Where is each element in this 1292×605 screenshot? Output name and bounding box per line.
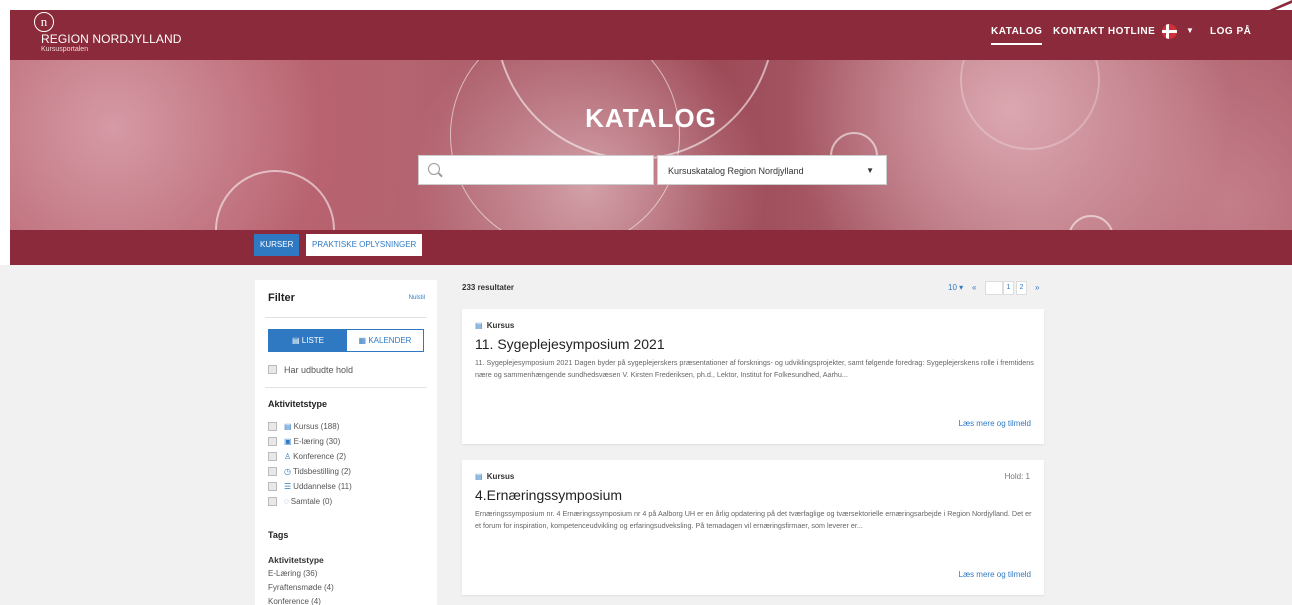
- card-hold: Hold: 1: [1004, 472, 1030, 481]
- activity-item: ◷ Tidsbestilling (2): [284, 467, 351, 476]
- card-description: Ernæringssymposium nr. 4 Ernæringssympos…: [475, 509, 1032, 530]
- calendar-icon: ▦: [358, 336, 369, 345]
- hero-ring-decoration: [450, 60, 680, 230]
- results-count: 233 resultater: [462, 283, 515, 292]
- card-title[interactable]: 11. Sygeplejesymposium 2021: [475, 336, 665, 352]
- elearning-icon: ▣: [284, 437, 292, 446]
- activity-item: ◌ Samtale (0): [284, 497, 332, 506]
- activity-item: ▤ Kursus (188): [284, 422, 339, 431]
- card-type-label: Kursus: [486, 321, 515, 330]
- chevron-down-icon: ▼: [866, 166, 874, 175]
- activity-checkbox[interactable]: [268, 437, 277, 446]
- view-liste-label: LISTE: [301, 336, 324, 345]
- per-page-select[interactable]: 10 ▾: [948, 283, 963, 292]
- filter-title: Filter: [268, 292, 295, 304]
- card-type-label: Kursus: [486, 472, 515, 481]
- nav-kontakt-hotline[interactable]: KONTAKT HOTLINE: [1053, 26, 1155, 37]
- activity-label: E-læring (30): [293, 437, 341, 446]
- pager-blank: [985, 281, 1003, 295]
- course-card[interactable]: ▤ Kursus Hold: 1 4.Ernæringssymposium Er…: [462, 460, 1044, 595]
- conference-icon: ♙: [284, 452, 292, 461]
- read-more-link[interactable]: Læs mere og tilmeld: [959, 570, 1031, 579]
- page-title: KATALOG: [585, 103, 717, 133]
- tab-kurser[interactable]: KURSER: [254, 234, 300, 256]
- tags-subheading: Aktivitetstype: [268, 555, 324, 565]
- nav-log-paa[interactable]: LOG PÅ: [1210, 26, 1251, 37]
- activity-label: Konference (2): [293, 452, 347, 461]
- activity-item: ▣ E-læring (30): [284, 437, 340, 446]
- activity-checkbox[interactable]: [268, 452, 277, 461]
- brand-subtitle: Kursusportalen: [41, 46, 89, 53]
- activity-label: Kursus (188): [293, 422, 340, 431]
- activity-item: ☰ Uddannelse (11): [284, 482, 352, 491]
- course-icon: ▤: [475, 472, 485, 481]
- has-offered-checkbox[interactable]: [268, 365, 277, 374]
- divider: [265, 317, 427, 318]
- course-card[interactable]: ▤ Kursus 11. Sygeplejesymposium 2021 11.…: [462, 309, 1044, 444]
- chat-icon: ◌: [284, 497, 289, 506]
- course-icon: ▤: [284, 422, 292, 431]
- activity-label: Uddannelse (11): [293, 482, 352, 491]
- activity-checkbox[interactable]: [268, 482, 277, 491]
- tag-link[interactable]: Fyraftensmøde (4): [268, 583, 334, 592]
- has-offered-label: Har udbudte hold: [284, 365, 354, 375]
- section-tab-strip: KURSER PRAKTISKE OPLYSNINGER: [10, 230, 1292, 265]
- nav-katalog[interactable]: KATALOG: [991, 26, 1043, 45]
- pager-page-2[interactable]: 2: [1016, 281, 1027, 295]
- view-toggle: ▤ LISTE ▦ KALENDER: [268, 329, 424, 352]
- pager-next[interactable]: »: [1035, 283, 1039, 292]
- tag-link[interactable]: E-Læring (36): [268, 569, 317, 578]
- read-more-link[interactable]: Læs mere og tilmeld: [959, 419, 1031, 428]
- activity-type-heading: Aktivitetstype: [268, 399, 328, 409]
- view-kalender-label: KALENDER: [368, 336, 412, 345]
- view-liste-button[interactable]: ▤ LISTE: [269, 330, 347, 351]
- activity-label: Tidsbestilling (2): [292, 467, 351, 476]
- danish-flag-icon[interactable]: [1162, 24, 1177, 39]
- pager-page-1[interactable]: 1: [1003, 281, 1014, 295]
- list-icon: ▤: [291, 336, 302, 345]
- activity-checkbox[interactable]: [268, 467, 277, 476]
- education-icon: ☰: [284, 482, 292, 491]
- language-dropdown-caret-icon[interactable]: ▼: [1186, 26, 1194, 35]
- view-kalender-button[interactable]: ▦ KALENDER: [347, 330, 423, 351]
- filter-panel: Filter Nulstil ▤ LISTE ▦ KALENDER Har ud…: [255, 280, 437, 605]
- card-title[interactable]: 4.Ernæringssymposium: [475, 487, 622, 503]
- pager-prev[interactable]: «: [972, 283, 976, 292]
- card-type: ▤ Kursus: [475, 472, 514, 481]
- catalog-select[interactable]: Kursuskatalog Region Nordjylland ▼: [657, 155, 887, 185]
- activity-label: Samtale (0): [290, 497, 333, 506]
- clock-icon: ◷: [284, 467, 291, 476]
- tag-link[interactable]: Konference (4): [268, 597, 321, 605]
- course-icon: ▤: [475, 321, 485, 330]
- divider: [265, 387, 427, 388]
- tags-heading: Tags: [268, 530, 289, 540]
- search-box[interactable]: [418, 155, 654, 185]
- hero-banner: KATALOG Kursuskatalog Region Nordjylland…: [10, 60, 1292, 230]
- reset-filter-link[interactable]: Nulstil: [409, 295, 425, 301]
- brand-name: REGION NORDJYLLAND: [41, 32, 182, 46]
- card-type: ▤ Kursus: [475, 321, 514, 330]
- search-icon: [428, 163, 440, 175]
- tab-praktiske-oplysninger[interactable]: PRAKTISKE OPLYSNINGER: [306, 234, 423, 256]
- hero-ring-decoration: [1068, 215, 1114, 230]
- logo-mark-icon: n: [34, 12, 54, 32]
- catalog-select-value: Kursuskatalog Region Nordjylland: [668, 166, 804, 176]
- activity-item: ♙ Konference (2): [284, 452, 346, 461]
- activity-checkbox[interactable]: [268, 497, 277, 506]
- hero-ring-decoration: [215, 170, 335, 230]
- top-navigation-bar: n REGION NORDJYLLAND Kursusportalen KATA…: [10, 10, 1292, 60]
- search-input[interactable]: [449, 160, 649, 180]
- card-description: 11. Sygeplejesymposium 2021 Dagen byder …: [475, 358, 1034, 379]
- activity-checkbox[interactable]: [268, 422, 277, 431]
